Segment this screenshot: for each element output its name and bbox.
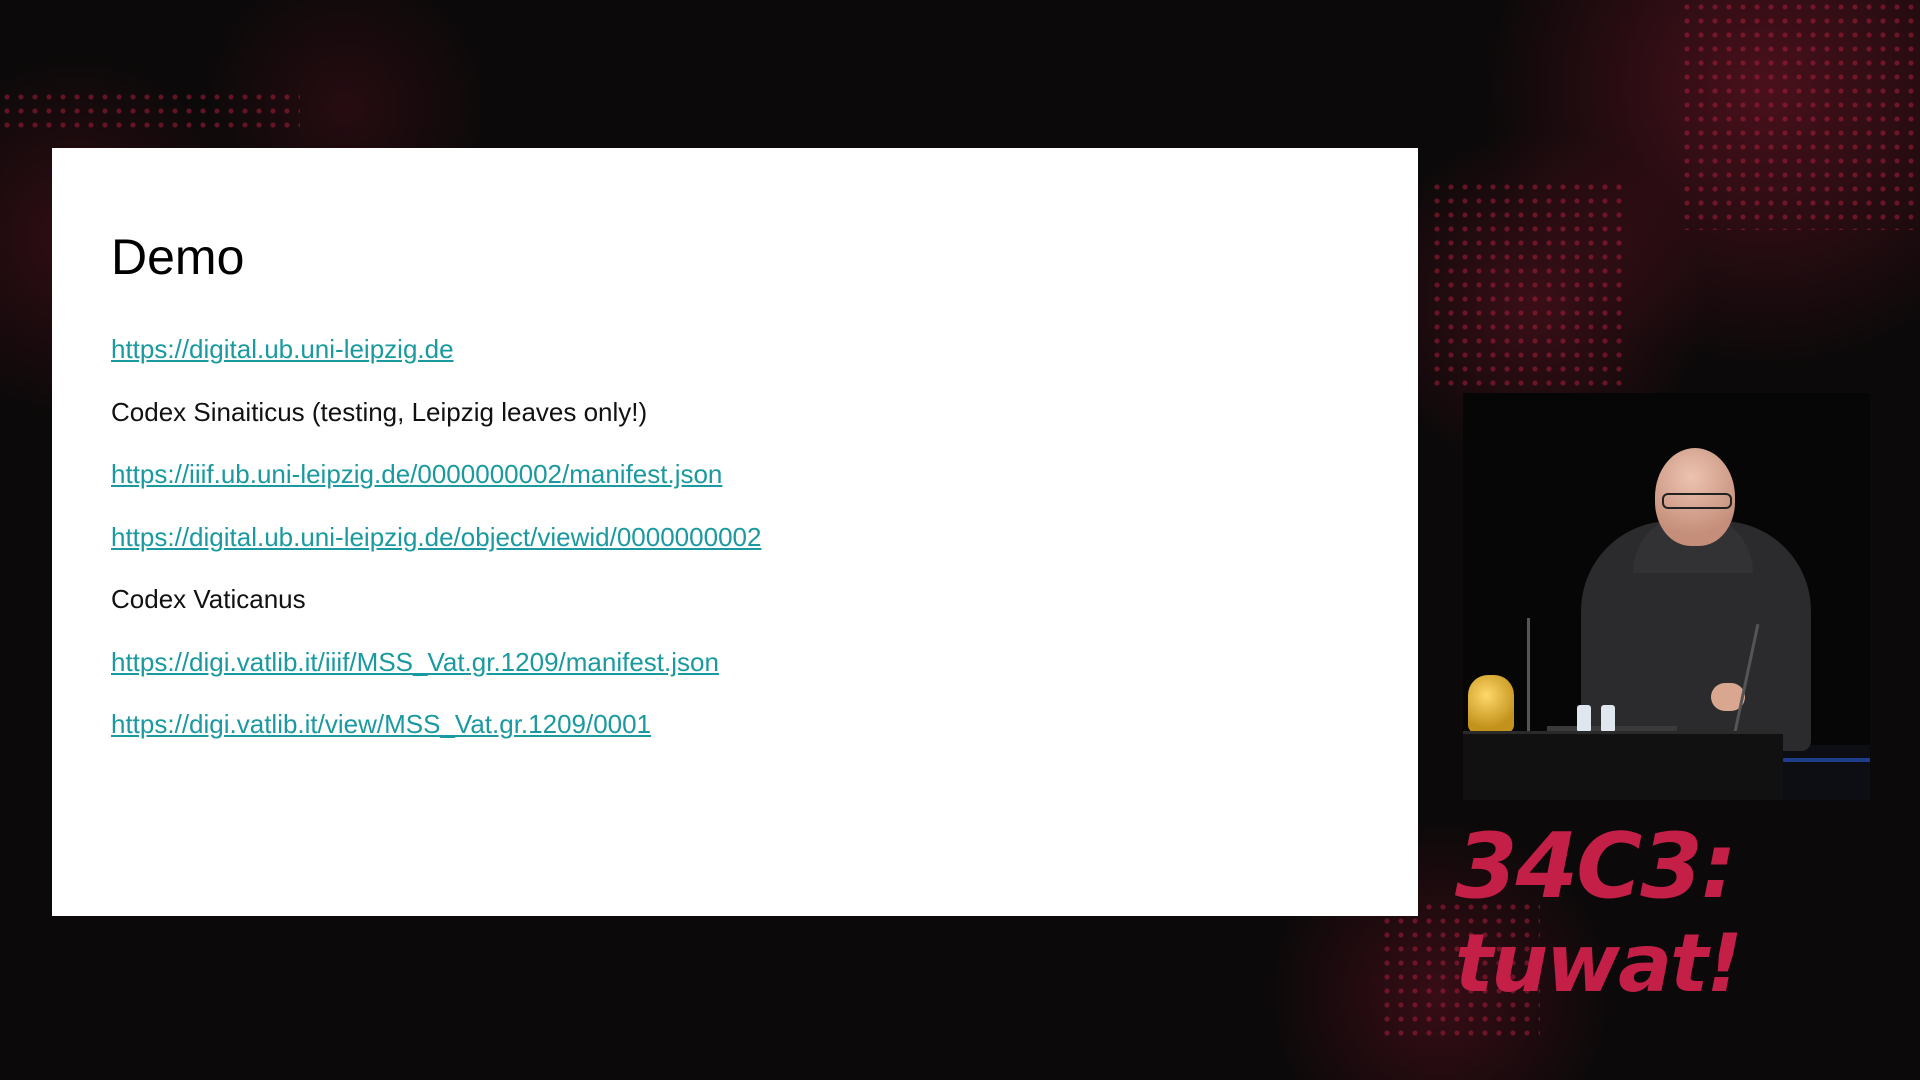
microphone-stand-icon bbox=[1527, 618, 1530, 733]
presentation-slide: Demo https://digital.ub.uni-leipzig.de C… bbox=[52, 148, 1418, 916]
background-dots bbox=[1430, 180, 1630, 390]
slide-link-leipzig-viewer[interactable]: https://digital.ub.uni-leipzig.de/object… bbox=[111, 522, 761, 553]
speaker-glasses bbox=[1662, 493, 1732, 509]
slide-text-codex-vaticanus: Codex Vaticanus bbox=[111, 584, 306, 614]
event-logo: 34C3: tuwat! bbox=[1455, 822, 1755, 1018]
event-logo-line1: 34C3: bbox=[1455, 814, 1737, 919]
slide-link-vatlib-manifest[interactable]: https://digi.vatlib.it/iiif/MSS_Vat.gr.1… bbox=[111, 647, 719, 678]
slide-text-codex-sinaiticus: Codex Sinaiticus (testing, Leipzig leave… bbox=[111, 397, 648, 427]
speaker-camera-feed bbox=[1463, 393, 1870, 800]
speaker-podium bbox=[1463, 731, 1783, 800]
water-bottle-icon bbox=[1601, 705, 1615, 731]
stage-light-strip bbox=[1783, 758, 1870, 762]
event-logo-line2: tuwat! bbox=[1455, 917, 1743, 1010]
slide-link-leipzig-digital[interactable]: https://digital.ub.uni-leipzig.de bbox=[111, 334, 454, 365]
background-dots bbox=[1680, 0, 1920, 230]
slide-link-leipzig-manifest[interactable]: https://iiif.ub.uni-leipzig.de/000000000… bbox=[111, 459, 722, 490]
slide-title: Demo bbox=[111, 229, 245, 285]
lucky-cat-figurine-icon bbox=[1468, 675, 1514, 733]
background-dots bbox=[0, 90, 300, 130]
slide-link-vatlib-viewer[interactable]: https://digi.vatlib.it/view/MSS_Vat.gr.1… bbox=[111, 709, 651, 740]
water-bottle-icon bbox=[1577, 705, 1591, 731]
